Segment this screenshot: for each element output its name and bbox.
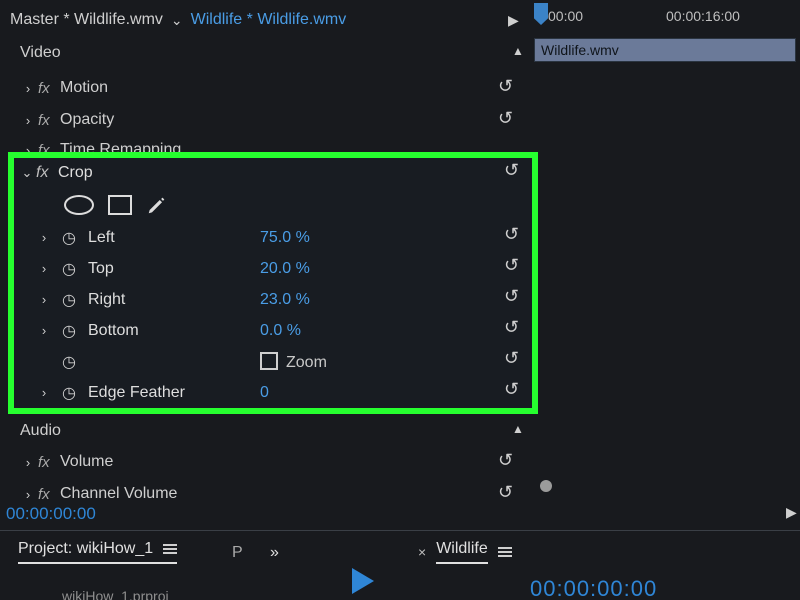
- mask-shape-row: [14, 188, 532, 222]
- timeline-clip-label: Wildlife.wmv: [541, 42, 619, 58]
- crop-param-bottom[interactable]: › ◷ Bottom 0.0 % ↺: [14, 315, 532, 346]
- expand-icon[interactable]: ›: [36, 385, 52, 400]
- reset-icon[interactable]: ↺: [504, 224, 526, 246]
- param-label: Zoom: [286, 354, 327, 371]
- effect-label: Motion: [60, 79, 108, 97]
- timeline-tick-1: 00:00:16:00: [666, 8, 740, 24]
- panel-menu-icon[interactable]: [163, 542, 177, 556]
- project-file-label: wikiHow_1.prproj: [62, 588, 169, 600]
- expand-icon[interactable]: ›: [36, 261, 52, 276]
- timeline-timecode[interactable]: 00:00:00:00: [530, 576, 657, 600]
- crop-param-edge-feather[interactable]: › ◷ Edge Feather 0 ↺: [14, 377, 532, 408]
- overflow-icon[interactable]: »: [270, 544, 277, 562]
- param-value[interactable]: 0: [260, 384, 269, 402]
- timeline-panel-tab[interactable]: × Wildlife: [418, 540, 512, 564]
- reset-icon[interactable]: ↺: [498, 108, 520, 130]
- checkbox-icon[interactable]: [260, 352, 278, 370]
- effect-controls-timecode[interactable]: 00:00:00:00: [6, 504, 96, 524]
- param-value[interactable]: 20.0 %: [260, 260, 310, 278]
- collapse-icon[interactable]: ⌄: [18, 165, 36, 181]
- fx-icon: fx: [36, 164, 58, 182]
- audio-section-header[interactable]: Audio: [20, 422, 61, 440]
- stopwatch-icon[interactable]: ◷: [62, 290, 80, 310]
- reset-icon[interactable]: ↺: [504, 317, 526, 339]
- source-clip-header: Master * Wildlife.wmv ⌄ Wildlife * Wildl…: [10, 8, 346, 32]
- expand-icon[interactable]: ›: [18, 487, 38, 502]
- expand-icon[interactable]: ›: [18, 113, 38, 128]
- crop-param-right[interactable]: › ◷ Right 23.0 % ↺: [14, 284, 532, 315]
- reset-icon[interactable]: ↺: [498, 76, 520, 98]
- fx-icon: fx: [38, 486, 60, 503]
- ellipse-mask-button[interactable]: [64, 195, 94, 215]
- param-label: Top: [88, 260, 114, 278]
- expand-icon[interactable]: ›: [36, 323, 52, 338]
- reset-icon[interactable]: ↺: [498, 482, 520, 504]
- effect-label: Opacity: [60, 111, 114, 129]
- play-icon[interactable]: ▶: [508, 12, 519, 29]
- effect-row-motion[interactable]: › fx Motion ↺: [18, 74, 526, 102]
- panel-menu-icon[interactable]: [498, 545, 512, 559]
- timeline-tick-0: 00:00: [548, 8, 583, 24]
- stopwatch-icon[interactable]: ◷: [62, 321, 80, 341]
- effect-label: Crop: [58, 164, 93, 182]
- close-icon[interactable]: ×: [418, 544, 426, 560]
- play-cursor-icon[interactable]: [348, 566, 378, 596]
- crop-param-top[interactable]: › ◷ Top 20.0 % ↺: [14, 253, 532, 284]
- reset-icon[interactable]: ↺: [504, 348, 526, 370]
- param-label: Bottom: [88, 322, 139, 340]
- master-clip-label[interactable]: Master * Wildlife.wmv: [10, 11, 163, 29]
- crop-effect-highlight: ⌄ fx Crop ↺ › ◷ Left 75.0 % ↺ ›: [8, 152, 538, 414]
- pen-mask-button[interactable]: [146, 194, 168, 216]
- playhead-marker[interactable]: [534, 3, 548, 25]
- stopwatch-icon[interactable]: ◷: [62, 228, 80, 248]
- scroll-up-icon[interactable]: ▲: [512, 44, 524, 58]
- video-section-header[interactable]: Video: [20, 44, 61, 62]
- effect-label: Volume: [60, 453, 113, 471]
- project-panel-title: Project: wikiHow_1: [18, 540, 153, 558]
- param-label: Right: [88, 291, 125, 309]
- reset-icon[interactable]: ↺: [504, 160, 526, 182]
- stopwatch-icon[interactable]: ◷: [62, 383, 80, 403]
- active-clip-label[interactable]: Wildlife * Wildlife.wmv: [191, 11, 347, 29]
- param-label: Left: [88, 229, 115, 247]
- rect-mask-button[interactable]: [108, 195, 132, 215]
- expand-icon[interactable]: ›: [18, 81, 38, 96]
- timeline-clip[interactable]: Wildlife.wmv: [534, 38, 796, 62]
- scroll-down-hint-icon: ▲: [512, 422, 524, 436]
- fx-icon: fx: [38, 80, 60, 97]
- reset-icon[interactable]: ↺: [498, 450, 520, 472]
- effect-label: Channel Volume: [60, 485, 177, 503]
- fx-icon: fx: [38, 112, 60, 129]
- reset-icon[interactable]: ↺: [504, 255, 526, 277]
- param-value[interactable]: 23.0 %: [260, 291, 310, 309]
- crop-param-zoom[interactable]: ◷ Zoom ↺: [14, 346, 532, 377]
- effect-row-crop[interactable]: ⌄ fx Crop ↺: [14, 158, 532, 188]
- fx-icon: fx: [38, 454, 60, 471]
- param-label: Edge Feather: [88, 384, 185, 402]
- project-other-tab[interactable]: P: [232, 544, 243, 562]
- zoom-checkbox-wrap[interactable]: Zoom: [260, 352, 327, 372]
- stopwatch-icon[interactable]: ◷: [62, 352, 80, 372]
- project-panel-tab[interactable]: Project: wikiHow_1: [18, 540, 177, 564]
- expand-icon[interactable]: ›: [36, 292, 52, 307]
- reset-icon[interactable]: ↺: [504, 379, 526, 401]
- chevron-down-icon[interactable]: ⌄: [171, 12, 183, 29]
- param-value[interactable]: 75.0 %: [260, 229, 310, 247]
- effect-row-volume[interactable]: › fx Volume ↺: [18, 448, 526, 476]
- effect-row-opacity[interactable]: › fx Opacity ↺: [18, 106, 526, 134]
- expand-icon[interactable]: ›: [36, 230, 52, 245]
- reset-icon[interactable]: ↺: [504, 286, 526, 308]
- expand-icon[interactable]: ›: [18, 455, 38, 470]
- timeline-panel-title: Wildlife: [436, 540, 488, 564]
- stopwatch-icon[interactable]: ◷: [62, 259, 80, 279]
- param-value[interactable]: 0.0 %: [260, 322, 301, 340]
- scrubber-handle[interactable]: [540, 480, 552, 492]
- crop-param-left[interactable]: › ◷ Left 75.0 % ↺: [14, 222, 532, 253]
- panel-divider: [0, 530, 800, 531]
- scroll-right-icon[interactable]: ▶: [786, 504, 797, 521]
